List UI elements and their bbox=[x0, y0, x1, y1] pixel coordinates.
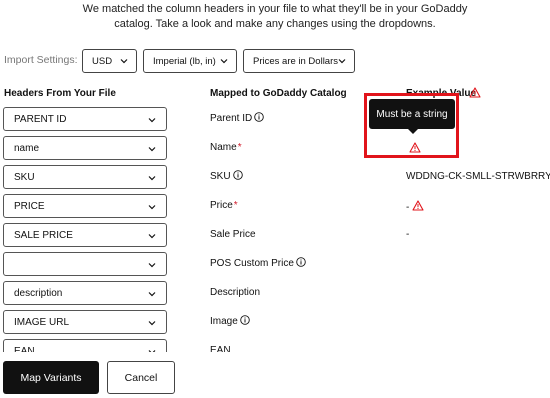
chevron-down-icon bbox=[148, 290, 156, 298]
info-icon[interactable] bbox=[232, 169, 243, 180]
mapped-field-label: Description bbox=[210, 287, 261, 298]
mapped-field: Sale Price bbox=[210, 229, 256, 240]
file-header-value: PARENT ID bbox=[14, 113, 67, 125]
file-header-value: SALE PRICE bbox=[14, 229, 73, 241]
chevron-down-icon bbox=[148, 174, 156, 182]
mapped-field: SKU bbox=[210, 169, 243, 182]
chevron-down-icon bbox=[120, 57, 128, 65]
mapped-field: Image bbox=[210, 314, 250, 327]
file-header-value: name bbox=[14, 142, 40, 154]
info-icon[interactable] bbox=[240, 314, 250, 325]
warning-triangle-icon[interactable] bbox=[412, 200, 424, 211]
intro-line-2: catalog. Take a look and make any change… bbox=[114, 18, 436, 30]
mapped-field-label: SKU bbox=[210, 171, 231, 182]
file-header-value: IMAGE URL bbox=[14, 316, 70, 328]
error-tooltip: Must be a string bbox=[369, 99, 455, 129]
units-value: Imperial (lb, in) bbox=[153, 55, 216, 67]
mapped-field-label: Image bbox=[210, 316, 238, 327]
tooltip-arrow bbox=[407, 128, 419, 134]
mapped-field: Parent ID bbox=[210, 111, 265, 124]
header-from-file: Headers From Your File bbox=[4, 88, 116, 99]
file-header-select[interactable]: name bbox=[3, 136, 167, 160]
chevron-down-icon bbox=[148, 261, 156, 269]
import-settings: Import Settings: USD Imperial (lb, in) P… bbox=[0, 49, 550, 73]
sample-value: WDDNG-CK-SMLL-STRWBRRY,,F bbox=[406, 171, 550, 182]
file-header-select[interactable]: SALE PRICE bbox=[3, 223, 167, 247]
mapped-field: Description bbox=[210, 287, 260, 298]
sample-value: - bbox=[406, 200, 424, 213]
warning-triangle-icon bbox=[469, 87, 481, 98]
sample-value: - bbox=[406, 229, 409, 240]
chevron-down-icon bbox=[148, 203, 156, 211]
mapped-field-label: Parent ID bbox=[210, 113, 253, 124]
mapped-field: Name * bbox=[210, 142, 242, 153]
file-header-select[interactable]: SKU bbox=[3, 165, 167, 189]
sample-value-text: - bbox=[406, 229, 410, 240]
mapped-field: POS Custom Price bbox=[210, 256, 306, 269]
file-header-select[interactable]: IMAGE URL bbox=[3, 310, 167, 334]
file-header-select[interactable] bbox=[3, 252, 167, 276]
file-header-select[interactable]: description bbox=[3, 281, 167, 305]
chevron-down-icon bbox=[338, 57, 346, 65]
file-header-value: PRICE bbox=[14, 200, 45, 212]
currency-select[interactable]: USD bbox=[82, 49, 137, 73]
required-marker: * bbox=[237, 142, 242, 153]
info-icon[interactable] bbox=[254, 111, 265, 122]
units-select[interactable]: Imperial (lb, in) bbox=[143, 49, 237, 73]
required-marker: * bbox=[233, 200, 238, 211]
chevron-down-icon bbox=[220, 57, 228, 65]
import-settings-label: Import Settings: bbox=[4, 54, 78, 66]
mapped-field: Price * bbox=[210, 200, 238, 211]
chevron-down-icon bbox=[148, 116, 156, 124]
file-header-value: description bbox=[14, 287, 63, 299]
mapped-field-label: POS Custom Price bbox=[210, 258, 294, 269]
mapped-field-label: Sale Price bbox=[210, 229, 256, 240]
header-mapped-to: Mapped to GoDaddy Catalog bbox=[210, 88, 347, 99]
intro-text: We matched the column headers in your fi… bbox=[0, 2, 550, 32]
intro-line-1: We matched the column headers in your fi… bbox=[82, 3, 468, 15]
cancel-button[interactable]: Cancel bbox=[107, 361, 175, 394]
sample-value-text: WDDNG-CK-SMLL-STRWBRRY,,F bbox=[406, 171, 550, 182]
chevron-down-icon bbox=[148, 145, 156, 153]
mapped-field-label: Price bbox=[210, 200, 233, 211]
map-variants-button[interactable]: Map Variants bbox=[3, 361, 99, 394]
mapped-field-label: Name bbox=[210, 142, 237, 153]
info-icon[interactable] bbox=[296, 256, 306, 267]
chevron-down-icon bbox=[148, 319, 156, 327]
file-header-select[interactable]: PARENT ID bbox=[3, 107, 167, 131]
file-header-select[interactable]: PRICE bbox=[3, 194, 167, 218]
sample-value-text: - bbox=[406, 202, 410, 213]
currency-value: USD bbox=[92, 55, 113, 67]
file-header-value: SKU bbox=[14, 171, 35, 183]
chevron-down-icon bbox=[148, 232, 156, 240]
prices-select[interactable]: Prices are in Dollars bbox=[243, 49, 355, 73]
prices-value: Prices are in Dollars bbox=[253, 55, 338, 67]
